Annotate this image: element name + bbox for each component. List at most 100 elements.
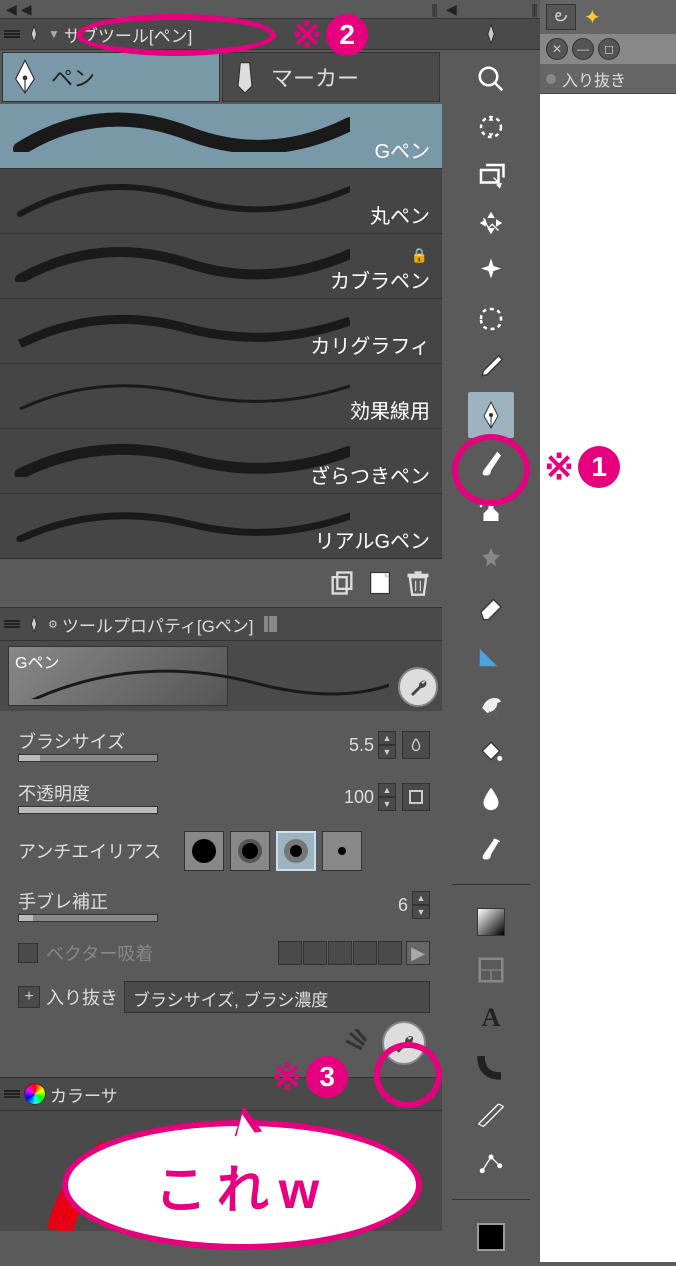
brush-item-calligraphy[interactable]: カリグラフィ [0, 299, 442, 364]
stabilize-value: 6 [362, 895, 412, 916]
panel-menu-icon[interactable] [4, 26, 20, 42]
vector-snap-label: ベクター吸着 [46, 940, 153, 966]
close-icon[interactable]: ✕ [546, 38, 568, 60]
tool-layermove[interactable] [468, 200, 514, 246]
swirl-icon[interactable]: ౿ [546, 4, 576, 30]
tool-brush[interactable] [468, 440, 514, 486]
subtool-panel-header: ▼ サブツール[ペン] [0, 18, 442, 50]
tool-move[interactable] [468, 104, 514, 150]
color-wheel-icon [24, 1083, 46, 1105]
tool-line[interactable] [468, 1139, 514, 1185]
tool-eraser[interactable] [468, 584, 514, 630]
tool-smudge[interactable] [468, 824, 514, 870]
brush-label: カブラペン [330, 265, 430, 294]
tab-dot-icon [546, 74, 556, 84]
aa-option-none[interactable] [184, 831, 224, 871]
vector-snap-expand-icon[interactable]: ▶ [406, 941, 430, 965]
subtool-tabs: ペン マーカー [0, 50, 442, 104]
brush-item-effectline[interactable]: 効果線用 [0, 364, 442, 429]
wrench-button-bottom[interactable] [382, 1021, 426, 1065]
toolcol-topbar: ◀ ||| [442, 0, 540, 18]
brush-item-kabura[interactable]: 🔒 カブラペン [0, 234, 442, 299]
subtool-panel-title: サブツール[ペン] [64, 22, 192, 47]
left-panel-topbar: ◀ ◀ ||| [0, 0, 442, 18]
collapse-left2-icon[interactable]: ◀ [21, 1, 32, 18]
opacity-extra-icon[interactable] [402, 783, 430, 811]
tool-zoom[interactable] [468, 56, 514, 102]
pressure-icon[interactable] [402, 731, 430, 759]
tool-property-title: ツールプロパティ[Gペン] [62, 612, 254, 637]
brush-label: Gペン [374, 135, 430, 164]
stabilize-label: 手ブレ補正 [18, 888, 168, 914]
star-icon[interactable]: ✦ [584, 5, 601, 30]
tool-select[interactable] [468, 296, 514, 342]
tool-frame[interactable] [468, 947, 514, 993]
tool-colorswatch[interactable] [468, 1214, 514, 1260]
brush-actions [0, 559, 442, 607]
tool-fill[interactable] [468, 728, 514, 774]
annotation-speech: これw [62, 1120, 422, 1250]
grip-icon[interactable]: ||| [431, 1, 436, 17]
vector-snap-segments[interactable] [278, 941, 402, 965]
tool-gradient[interactable] [468, 899, 514, 945]
tool-curve[interactable] [468, 1043, 514, 1089]
duplicate-icon[interactable] [326, 565, 358, 601]
tool-airbrush[interactable] [468, 488, 514, 534]
brush-item-realg[interactable]: リアルGペン [0, 494, 442, 559]
new-page-icon[interactable] [364, 565, 396, 601]
doc-tab-label: 入り抜き [562, 67, 626, 91]
brush-item-zaratsuki[interactable]: ざらつきペン [0, 429, 442, 494]
brush-list: Gペン 丸ペン 🔒 カブラペン カリグラフィ 効果線用 ざらつきペン [0, 104, 442, 559]
collapse-left-icon[interactable]: ◀ [6, 1, 17, 18]
tool-ruler[interactable] [468, 632, 514, 678]
tool-text[interactable]: A [468, 995, 514, 1041]
doc-tabstrip[interactable]: 入り抜き [540, 64, 676, 94]
brush-label: 丸ペン [370, 200, 430, 229]
brush-size-slider[interactable] [18, 754, 158, 762]
aa-option-strong[interactable] [322, 831, 362, 871]
vector-snap-row: ベクター吸着 ▶ [18, 931, 430, 975]
aa-option-weak[interactable] [230, 831, 270, 871]
tool-deco[interactable] [468, 536, 514, 582]
collapse-icon[interactable]: ◀ [446, 1, 457, 18]
tool-eyedropper[interactable] [468, 344, 514, 390]
brush-item-gpen[interactable]: Gペン [0, 104, 442, 169]
trash-icon[interactable] [402, 565, 434, 601]
inout-combo[interactable]: ブラシサイズ, ブラシ濃度 [124, 981, 430, 1013]
brush-label: 効果線用 [350, 395, 430, 424]
canvas-area[interactable] [540, 94, 676, 1262]
grip-icon[interactable]: ||| [531, 1, 536, 17]
lock-icon: 🔒 [411, 247, 428, 264]
tab-marker[interactable]: マーカー [222, 52, 440, 102]
brush-thumbnail: Gペン [8, 646, 228, 706]
tool-perspective[interactable] [468, 1091, 514, 1137]
stabilize-stepper[interactable]: ▲▼ [412, 891, 430, 919]
vector-snap-checkbox[interactable] [18, 943, 38, 963]
brush-size-stepper[interactable]: ▲▼ [378, 731, 396, 759]
tool-wand[interactable] [468, 248, 514, 294]
tab-pen[interactable]: ペン [2, 52, 220, 102]
tool-operation[interactable] [468, 152, 514, 198]
tool-bird[interactable]: Y.S [468, 680, 514, 726]
tool-pen[interactable] [468, 392, 514, 438]
maximize-icon[interactable]: ◻ [598, 38, 620, 60]
inout-expand-icon[interactable]: + [18, 986, 40, 1008]
minimize-icon[interactable]: — [572, 38, 594, 60]
stabilize-slider[interactable] [18, 914, 158, 922]
tool-buttons: Y.S [442, 50, 540, 876]
opacity-row: 不透明度 100 ▲▼ [18, 771, 430, 823]
tool-property-header: ⚙ ツールプロパティ[Gペン] [0, 607, 442, 641]
marker-icon [231, 61, 259, 93]
stabilize-row: 手ブレ補正 6 ▲▼ [18, 879, 430, 931]
panel-menu-icon[interactable] [4, 616, 20, 632]
brush-item-marupen[interactable]: 丸ペン [0, 169, 442, 234]
panel-menu-icon[interactable] [4, 1086, 20, 1102]
toolcol-header [442, 18, 540, 50]
opacity-slider[interactable] [18, 806, 158, 814]
svg-text:Y.S: Y.S [489, 711, 498, 718]
wrench-button-top[interactable] [398, 667, 438, 707]
opacity-stepper[interactable]: ▲▼ [378, 783, 396, 811]
tool-blend[interactable] [468, 776, 514, 822]
aa-option-mid[interactable] [276, 831, 316, 871]
tool-buttons-2: A [442, 893, 540, 1191]
